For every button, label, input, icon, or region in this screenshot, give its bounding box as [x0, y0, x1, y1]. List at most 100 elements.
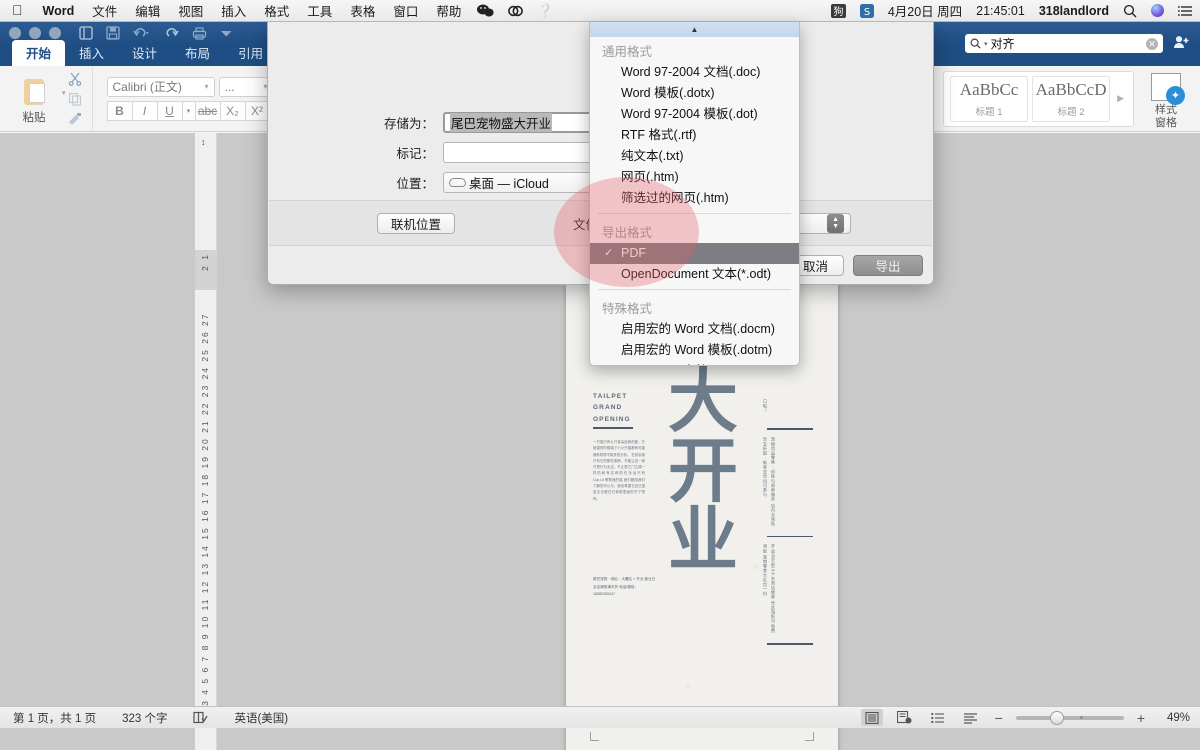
zoom-level[interactable]: 49%	[1158, 712, 1190, 724]
menubar-user[interactable]: 318landlord	[1032, 4, 1116, 18]
close-button[interactable]	[9, 27, 21, 39]
poster-english-label: TAILPET GRAND OPENING	[593, 391, 631, 425]
vertical-ruler[interactable]: ↕ 2 1 1 2 3 4 5 6 7 8 9 10 11 12 13 14 1…	[195, 133, 217, 750]
search-icon[interactable]	[1116, 4, 1144, 18]
tab-home[interactable]: 开始	[12, 40, 66, 66]
quick-access-toolbar	[79, 26, 233, 40]
add-user-icon[interactable]	[1173, 35, 1190, 52]
status-bar-right: − + 49%	[860, 709, 1200, 726]
print-layout-icon[interactable]	[79, 26, 93, 40]
paste-button[interactable]: 粘贴	[6, 73, 62, 125]
chevron-right-icon[interactable]: ▶	[1114, 93, 1127, 104]
menu-item-pdf[interactable]: ✓ PDF	[590, 243, 799, 264]
search-input[interactable]: ▾ 对齐 ✕	[965, 34, 1163, 53]
strikethrough-button[interactable]: abc	[194, 100, 220, 121]
poster-en-line-2: GRAND	[593, 404, 623, 412]
poster-char-2: 大	[668, 359, 738, 442]
page-info[interactable]: 第 1 页，共 1 页	[0, 710, 109, 726]
tab-design[interactable]: 设计	[118, 40, 171, 66]
menu-item-dot[interactable]: Word 97-2004 模板(.dot)	[590, 104, 799, 125]
menu-item-htm[interactable]: 网页(.htm)	[590, 167, 799, 188]
redo-icon[interactable]	[164, 27, 179, 39]
customize-icon[interactable]	[220, 29, 233, 38]
font-name-chevron-down-icon[interactable]: ▾	[205, 82, 209, 91]
draft-view-icon[interactable]	[960, 709, 982, 726]
minimize-button[interactable]	[29, 27, 41, 39]
undo-icon[interactable]	[133, 27, 151, 39]
menu-item-docm[interactable]: 启用宏的 Word 文档(.docm)	[590, 319, 799, 340]
input-method-icon[interactable]: 狗	[824, 3, 853, 18]
menu-item-doc[interactable]: Word 97-2004 文档(.doc)	[590, 62, 799, 83]
style-heading-2[interactable]: AaBbCcD 标题 2	[1032, 75, 1111, 122]
clear-icon[interactable]: ✕	[1146, 37, 1158, 50]
font-name-select[interactable]: Calibri (正文) ▾	[106, 76, 215, 97]
menu-item-rtf[interactable]: RTF 格式(.rtf)	[590, 125, 799, 146]
menu-item-xml[interactable]: Word XML 文档(.xml)	[590, 361, 799, 365]
print-icon[interactable]	[192, 26, 207, 40]
zoom-button[interactable]	[49, 27, 61, 39]
search-icon	[970, 38, 981, 49]
menubar-item-window[interactable]: 窗口	[384, 1, 427, 20]
zoom-slider[interactable]	[1015, 710, 1124, 725]
menubar-time[interactable]: 21:45:01	[969, 4, 1032, 18]
creative-cloud-icon[interactable]	[501, 4, 530, 18]
search-chevron-down-icon[interactable]: ▾	[984, 40, 988, 48]
copy-icon[interactable]	[68, 92, 82, 109]
menubar-date[interactable]: 4月20日 周四	[881, 1, 969, 20]
apple-icon[interactable]: 	[0, 2, 34, 20]
menubar-item-edit[interactable]: 编辑	[126, 1, 169, 20]
icloud-icon	[449, 178, 466, 187]
style-pane-button[interactable]: ✦ 样式 窗格	[1138, 68, 1194, 129]
menubar-item-insert[interactable]: 插入	[212, 1, 255, 20]
cut-icon[interactable]	[68, 72, 82, 89]
subscript-button[interactable]: X₂	[219, 100, 245, 121]
word-count[interactable]: 323 个字	[109, 710, 180, 726]
poster-corner-br	[805, 732, 814, 741]
menu-item-filtered-htm[interactable]: 筛选过的网页(.htm)	[590, 188, 799, 209]
save-icon[interactable]	[106, 26, 120, 40]
tab-layout[interactable]: 布局	[171, 40, 224, 66]
underline-chevron-down-icon[interactable]: ▾	[181, 100, 195, 121]
style-heading-1[interactable]: AaBbCc 标题 1	[950, 75, 1029, 122]
format-painter-icon[interactable]	[68, 112, 82, 129]
outline-view-icon[interactable]	[927, 709, 949, 726]
print-layout-view-icon[interactable]	[860, 709, 883, 726]
sogou-icon[interactable]: S	[853, 3, 881, 18]
font-name-value: Calibri (正文)	[112, 80, 182, 94]
question-icon[interactable]: ❔	[530, 3, 560, 19]
notification-center-icon[interactable]	[1171, 5, 1200, 17]
export-button[interactable]: 导出	[853, 255, 923, 276]
menubar-item-file[interactable]: 文件	[83, 1, 126, 20]
scroll-up-arrow[interactable]: ▲	[590, 22, 799, 37]
menubar-item-format[interactable]: 格式	[255, 1, 298, 20]
tab-insert[interactable]: 插入	[65, 40, 118, 66]
zoom-in-button[interactable]: +	[1135, 710, 1147, 726]
superscript-button[interactable]: X²	[244, 100, 270, 121]
menubar-app-name[interactable]: Word	[34, 4, 84, 18]
menubar-item-table[interactable]: 表格	[341, 1, 384, 20]
font-size-select[interactable]: ... ▾	[218, 76, 274, 97]
menu-item-dotm[interactable]: 启用宏的 Word 模板(.dotm)	[590, 340, 799, 361]
dialog-actions: 取消 导出	[787, 255, 923, 276]
menu-item-txt[interactable]: 纯文本(.txt)	[590, 146, 799, 167]
italic-button[interactable]: I	[131, 100, 157, 121]
online-location-button[interactable]: 联机位置	[377, 212, 456, 234]
menu-item-odt[interactable]: OpenDocument 文本(*.odt)	[590, 264, 799, 285]
menu-item-dotx[interactable]: Word 模板(.dotx)	[590, 83, 799, 104]
style-preview-1: AaBbCc	[959, 79, 1019, 99]
language-indicator[interactable]: 英语(美国)	[221, 710, 301, 726]
menubar-item-view[interactable]: 视图	[169, 1, 212, 20]
wechat-icon[interactable]	[470, 4, 501, 17]
zoom-slider-knob[interactable]	[1049, 710, 1064, 725]
web-layout-view-icon[interactable]	[894, 709, 916, 726]
siri-icon[interactable]	[1144, 4, 1171, 17]
filename-value: 尾巴宠物盛大开业	[450, 113, 553, 132]
bold-button[interactable]: B	[106, 100, 132, 121]
popup-arrows-icon[interactable]: ▲ ▼	[827, 213, 845, 233]
ruler-indent-marker[interactable]: ↕	[201, 137, 206, 147]
proofing-icon[interactable]	[180, 711, 221, 724]
underline-button[interactable]: U	[156, 100, 182, 121]
menubar-item-tools[interactable]: 工具	[298, 1, 341, 20]
menubar-item-help[interactable]: 帮助	[427, 1, 470, 20]
zoom-out-button[interactable]: −	[993, 710, 1005, 726]
